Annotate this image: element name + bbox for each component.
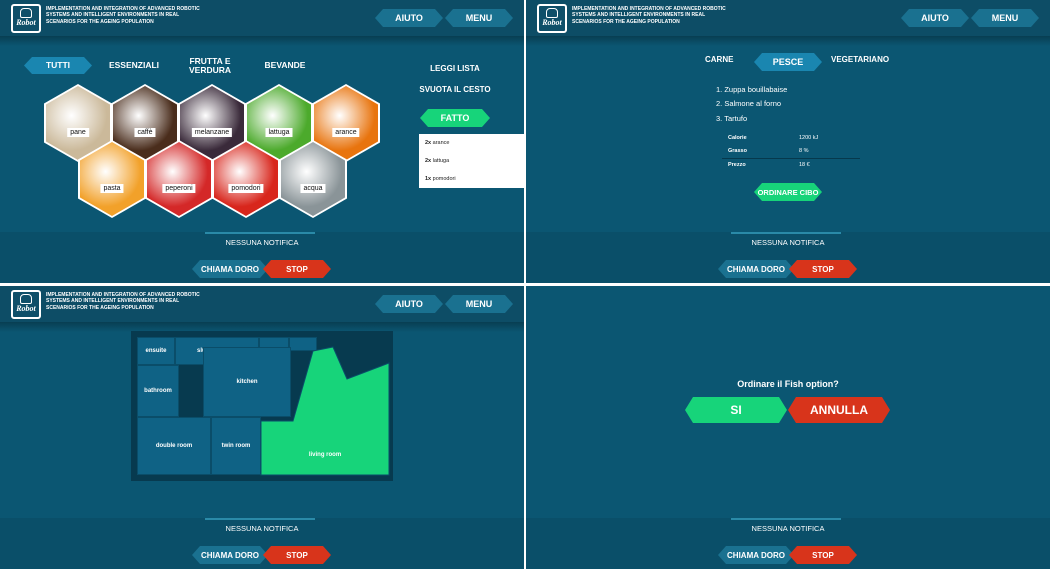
chiama-doro-button[interactable]: CHIAMA DORO <box>718 546 794 564</box>
dish-item[interactable]: 1. Zuppa bouillabaise <box>716 85 787 94</box>
product-label: pasta <box>100 184 124 193</box>
project-title: IMPLEMENTATION AND INTEGRATION OF ADVANC… <box>572 6 726 25</box>
header: Robot IMPLEMENTATION AND INTEGRATION OF … <box>0 286 524 322</box>
cart-list: 2x arance 2x lattuga 1x pomodori <box>419 134 524 188</box>
header <box>526 286 1050 322</box>
room-double[interactable]: double room <box>137 417 211 475</box>
menu-button[interactable]: MENU <box>445 9 513 27</box>
chiama-doro-button[interactable]: CHIAMA DORO <box>718 260 794 278</box>
stop-button[interactable]: STOP <box>789 260 857 278</box>
notification-text: NESSUNA NOTIFICA <box>225 524 299 533</box>
product-label: melanzane <box>191 128 233 137</box>
robot-logo: Robot <box>537 4 567 33</box>
product-label: arance <box>332 128 360 137</box>
chiama-doro-button[interactable]: CHIAMA DORO <box>192 546 268 564</box>
fatto-button[interactable]: FATTO <box>420 109 490 127</box>
tab-tutti[interactable]: TUTTI <box>24 57 92 74</box>
list-item[interactable]: 2x arance <box>425 140 449 146</box>
header: Robot IMPLEMENTATION AND INTEGRATION OF … <box>0 0 524 36</box>
floor-plan: ensuite slumber room bathroom kitchen do… <box>131 331 393 481</box>
chiama-doro-button[interactable]: CHIAMA DORO <box>192 260 268 278</box>
ordinare-cibo-button[interactable]: ORDINARE CIBO <box>754 183 822 201</box>
room-living[interactable]: living room <box>263 441 387 469</box>
aiuto-button[interactable]: AIUTO <box>901 9 969 27</box>
grasso-label: Grasso <box>728 148 747 154</box>
stop-button[interactable]: STOP <box>263 260 331 278</box>
stop-button[interactable]: STOP <box>789 546 857 564</box>
list-item[interactable]: 1x pomodori <box>425 176 456 182</box>
stop-button[interactable]: STOP <box>263 546 331 564</box>
product-label: pomodori <box>228 184 264 193</box>
aiuto-button[interactable]: AIUTO <box>375 9 443 27</box>
tab-carne[interactable]: CARNE <box>705 55 733 64</box>
annulla-button[interactable]: ANNULLA <box>788 397 890 423</box>
robot-logo: Robot <box>11 4 41 33</box>
confirm-screen: Ordinare il Fish option? SI ANNULLA NESS… <box>526 286 1050 569</box>
tab-pesce[interactable]: PESCE <box>754 53 822 71</box>
confirm-question: Ordinare il Fish option? <box>737 379 839 389</box>
product-label: lattuga <box>265 128 293 137</box>
project-title: IMPLEMENTATION AND INTEGRATION OF ADVANC… <box>46 6 200 25</box>
tab-bevande[interactable]: BEVANDE <box>260 61 310 70</box>
screens-grid: Robot IMPLEMENTATION AND INTEGRATION OF … <box>0 0 1050 569</box>
calorie-value: 1200 kJ <box>799 135 819 141</box>
food-screen: Robot IMPLEMENTATION AND INTEGRATION OF … <box>526 0 1050 283</box>
product-label: caffè <box>134 128 156 137</box>
robot-logo: Robot <box>11 290 41 319</box>
project-title: IMPLEMENTATION AND INTEGRATION OF ADVANC… <box>46 292 200 311</box>
calorie-label: Calorie <box>728 135 747 141</box>
si-button[interactable]: SI <box>685 397 787 423</box>
product-label: peperoni <box>162 184 196 193</box>
room-twin[interactable]: twin room <box>211 417 261 475</box>
prezzo-value: 18 € <box>799 162 810 168</box>
leggi-lista-button[interactable]: LEGGI LISTA <box>410 64 500 73</box>
tab-vegetariano[interactable]: VEGETARIANO <box>831 55 889 64</box>
tab-essenziali[interactable]: ESSENZIALI <box>108 61 160 70</box>
header: Robot IMPLEMENTATION AND INTEGRATION OF … <box>526 0 1050 36</box>
aiuto-button[interactable]: AIUTO <box>375 295 443 313</box>
tab-frutta-verdura[interactable]: FRUTTA E VERDURA <box>184 57 236 75</box>
menu-button[interactable]: MENU <box>971 9 1039 27</box>
notification-text: NESSUNA NOTIFICA <box>751 238 825 247</box>
svuota-cesto-button[interactable]: SVUOTA IL CESTO <box>410 85 500 94</box>
dish-item[interactable]: 3. Tartufo <box>716 114 747 123</box>
notification-text: NESSUNA NOTIFICA <box>225 238 299 247</box>
grasso-value: 8 % <box>799 148 809 154</box>
product-label: acqua <box>300 184 326 193</box>
notification-text: NESSUNA NOTIFICA <box>751 524 825 533</box>
menu-button[interactable]: MENU <box>445 295 513 313</box>
list-item[interactable]: 2x lattuga <box>425 158 449 164</box>
shopping-screen: Robot IMPLEMENTATION AND INTEGRATION OF … <box>0 0 524 283</box>
prezzo-label: Prezzo <box>728 162 746 168</box>
dish-item[interactable]: 2. Salmone al forno <box>716 99 781 108</box>
product-label: pane <box>67 128 89 137</box>
